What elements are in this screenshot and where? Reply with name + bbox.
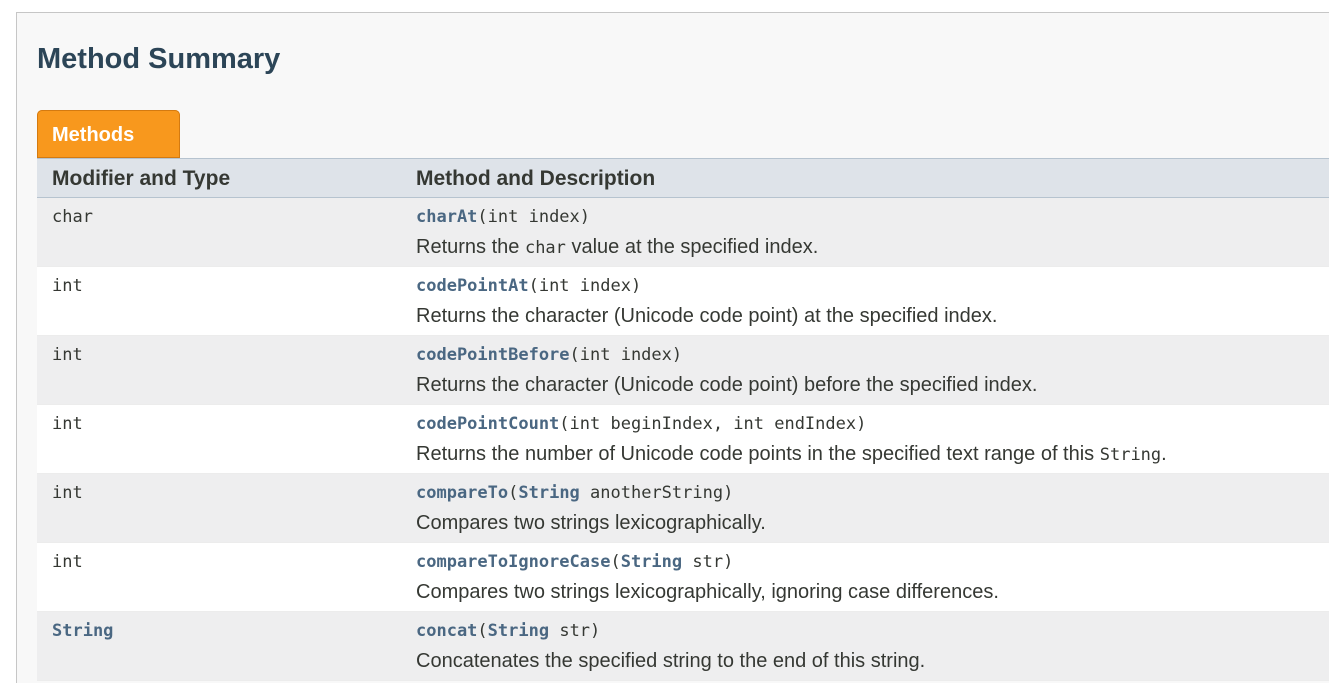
description-text: Returns the number of Unicode code point…: [416, 443, 1100, 465]
modifier-type: int: [52, 483, 83, 503]
method-params: (int index): [477, 207, 591, 227]
method-summary-container: Method Summary Methods Modifier and Type…: [16, 12, 1329, 683]
method-params: (int index): [569, 345, 683, 365]
modifier-type: int: [52, 414, 83, 434]
description-text: value at the specified index.: [565, 236, 819, 258]
method-description: Compares two strings lexicographically, …: [416, 581, 999, 603]
method-description: Concatenates the specified string to the…: [416, 650, 926, 672]
param-type-link[interactable]: String: [518, 483, 579, 503]
param-type-link[interactable]: String: [621, 552, 682, 572]
modifier-type: int: [52, 552, 83, 572]
table-row: int compareToIgnoreCase(String str) Comp…: [37, 543, 1329, 612]
param-type-link[interactable]: String: [488, 621, 549, 641]
method-params: (: [610, 552, 621, 572]
method-summary-table: Modifier and Type Method and Description…: [37, 158, 1329, 681]
method-link-concat[interactable]: concat: [416, 621, 477, 641]
method-params: (: [508, 483, 519, 503]
method-description: Returns the number of Unicode code point…: [416, 443, 1167, 466]
method-link-charAt[interactable]: charAt: [416, 207, 477, 227]
method-description: Compares two strings lexicographically.: [416, 512, 766, 534]
method-signature: codePointCount(int beginIndex, int endIn…: [416, 414, 866, 434]
table-header: Modifier and Type Method and Description: [37, 158, 1329, 198]
method-signature: charAt(int index): [416, 207, 590, 227]
description-text: .: [1161, 443, 1167, 465]
method-link-compareToIgnoreCase[interactable]: compareToIgnoreCase: [416, 552, 610, 572]
column-header-method: Method and Description: [416, 167, 656, 190]
method-signature: compareTo(String anotherString): [416, 483, 733, 503]
tab-methods-label: Methods: [52, 124, 135, 146]
method-link-codePointCount[interactable]: codePointCount: [416, 414, 559, 434]
method-params: anotherString): [579, 483, 734, 503]
column-header-modifier: Modifier and Type: [52, 167, 231, 190]
table-row: char charAt(int index) Returns the char …: [37, 198, 1329, 267]
method-params: (int beginIndex, int endIndex): [559, 414, 867, 434]
method-signature: codePointAt(int index): [416, 276, 641, 296]
modifier-type-link[interactable]: String: [52, 621, 113, 641]
modifier-type: int: [52, 276, 83, 296]
description-code: String: [1099, 445, 1162, 465]
table-row: int compareTo(String anotherString) Comp…: [37, 474, 1329, 543]
method-params: (: [477, 621, 488, 641]
table-row: int codePointAt(int index) Returns the c…: [37, 267, 1329, 336]
method-signature: compareToIgnoreCase(String str): [416, 552, 733, 572]
method-link-codePointAt[interactable]: codePointAt: [416, 276, 529, 296]
section-title: Method Summary: [37, 43, 281, 75]
method-params: (int index): [528, 276, 642, 296]
description-text: Returns the: [416, 236, 525, 258]
tab-methods[interactable]: Methods: [37, 110, 180, 158]
method-description: Returns the character (Unicode code poin…: [416, 305, 998, 327]
method-params: str): [549, 621, 601, 641]
method-link-codePointBefore[interactable]: codePointBefore: [416, 345, 570, 365]
table-row: int codePointCount(int beginIndex, int e…: [37, 405, 1329, 474]
method-signature: concat(String str): [416, 621, 600, 641]
method-params: str): [682, 552, 734, 572]
method-description: Returns the character (Unicode code poin…: [416, 374, 1038, 396]
method-signature: codePointBefore(int index): [416, 345, 682, 365]
method-description: Returns the char value at the specified …: [416, 236, 818, 259]
modifier-type: int: [52, 345, 83, 365]
table-row: String concat(String str) Concatenates t…: [37, 612, 1329, 681]
modifier-type: char: [52, 207, 93, 227]
method-link-compareTo[interactable]: compareTo: [416, 483, 508, 503]
description-code: char: [524, 238, 566, 258]
table-row: int codePointBefore(int index) Returns t…: [37, 336, 1329, 405]
